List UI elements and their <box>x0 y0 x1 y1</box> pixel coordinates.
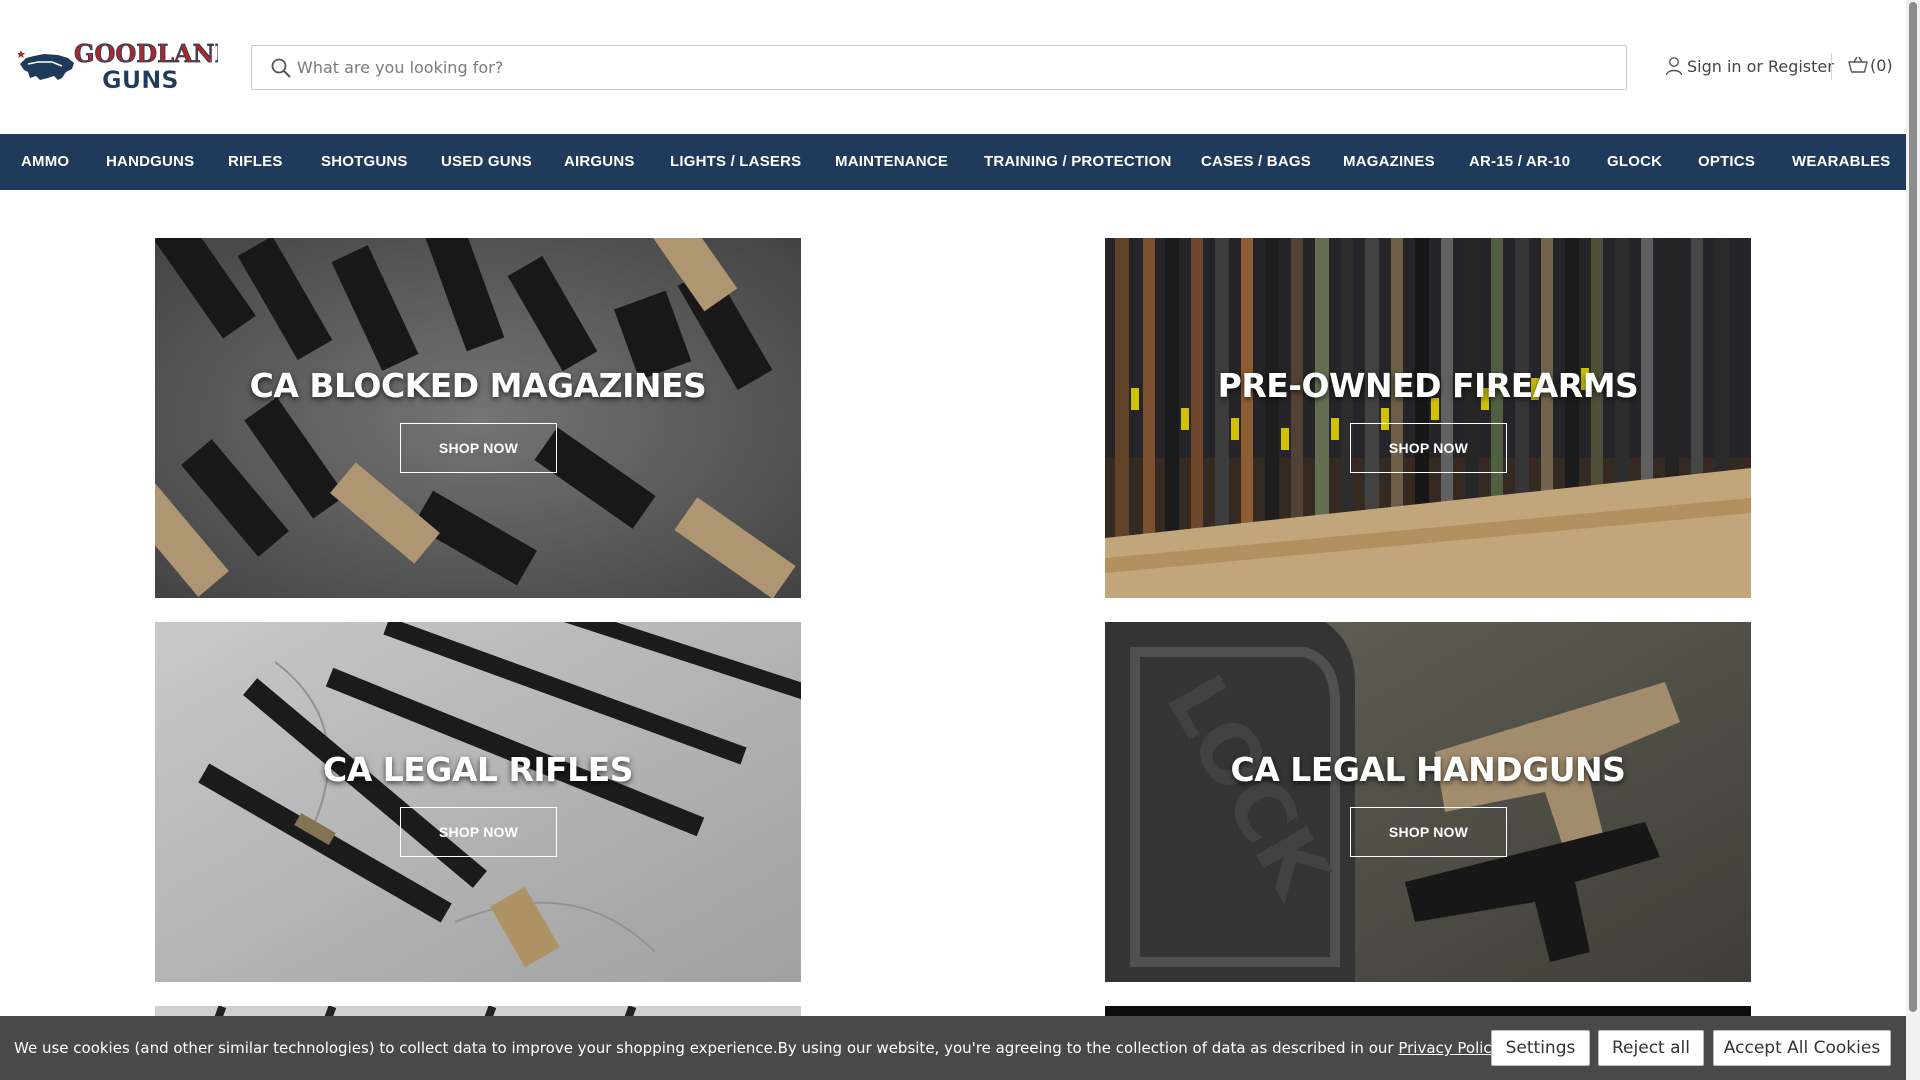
nav-item-airguns[interactable]: AIRGUNS <box>564 153 635 170</box>
banner-title: PRE-OWNED FIREARMS <box>1217 366 1639 405</box>
cart-button[interactable]: (0) <box>1848 55 1893 75</box>
nav-item-shotguns[interactable]: SHOTGUNS <box>321 153 408 170</box>
goodland-guns-logo[interactable]: GOODLAND GUNS <box>16 36 236 94</box>
basket-icon <box>1848 56 1868 73</box>
nav-item-wearables[interactable]: WEARABLES <box>1792 153 1890 170</box>
magazines-banner-image <box>155 238 801 598</box>
nav-item-training-protection[interactable]: TRAINING / PROTECTION <box>984 153 1172 170</box>
cookie-message-text: We use cookies (and other similar techno… <box>14 1039 1399 1057</box>
svg-text:GUNS: GUNS <box>102 66 179 94</box>
search-bar[interactable] <box>251 45 1627 90</box>
header-divider <box>1831 53 1832 80</box>
nav-item-used-guns[interactable]: USED GUNS <box>441 153 532 170</box>
cookie-settings-button[interactable]: Settings <box>1491 1030 1590 1066</box>
search-input[interactable] <box>297 46 1597 89</box>
banner-title: CA BLOCKED MAGAZINES <box>249 366 707 405</box>
nav-item-cases-bags[interactable]: CASES / BAGS <box>1201 153 1311 170</box>
nav-item-magazines[interactable]: MAGAZINES <box>1343 153 1435 170</box>
shop-now-button[interactable]: SHOP NOW <box>400 807 557 857</box>
banner-ca-legal-rifles[interactable]: CA LEGAL RIFLES SHOP NOW <box>155 622 801 982</box>
nav-item-ammo[interactable]: AMMO <box>21 153 69 170</box>
shop-now-button[interactable]: SHOP NOW <box>1350 423 1507 473</box>
banner-title: CA LEGAL HANDGUNS <box>1230 750 1626 789</box>
nav-item-optics[interactable]: OPTICS <box>1698 153 1755 170</box>
cookie-reject-all-button[interactable]: Reject all <box>1598 1030 1704 1066</box>
search-icon[interactable] <box>270 57 292 79</box>
privacy-policy-link[interactable]: Privacy Policy <box>1398 1039 1498 1057</box>
shop-now-button[interactable]: SHOP NOW <box>400 423 557 473</box>
register-link[interactable]: Register <box>1768 57 1834 76</box>
handguns-banner-image: LOCK <box>1105 622 1751 982</box>
banner-title: CA LEGAL RIFLES <box>322 750 634 789</box>
svg-text:GOODLAND: GOODLAND <box>74 39 218 68</box>
firearms-rack-banner-image <box>1105 238 1751 598</box>
account-links: Sign in or Register <box>1665 55 1834 77</box>
nav-item-ar15-ar10[interactable]: AR-15 / AR-10 <box>1469 153 1570 170</box>
nav-item-handguns[interactable]: HANDGUNS <box>106 153 194 170</box>
cookie-accept-all-button[interactable]: Accept All Cookies <box>1713 1030 1891 1066</box>
nav-item-lights-lasers[interactable]: LIGHTS / LASERS <box>670 153 801 170</box>
banner-ca-blocked-magazines[interactable]: CA BLOCKED MAGAZINES SHOP NOW <box>155 238 801 598</box>
main-nav: AMMO HANDGUNS RIFLES SHOTGUNS USED GUNS … <box>0 134 1906 190</box>
nav-item-glock[interactable]: GLOCK <box>1607 153 1662 170</box>
sign-in-link[interactable]: Sign in <box>1687 57 1742 76</box>
cookie-consent-bar: We use cookies (and other similar techno… <box>0 1016 1906 1080</box>
nav-item-rifles[interactable]: RIFLES <box>228 153 283 170</box>
scrollbar-thumb[interactable] <box>1909 2 1917 1012</box>
logo-image: GOODLAND GUNS <box>16 39 236 94</box>
rifles-banner-image <box>155 622 801 982</box>
banner-ca-legal-handguns[interactable]: LOCK CA LEGAL HANDGUNS SHOP NOW <box>1105 622 1751 982</box>
page-scrollbar[interactable] <box>1906 0 1920 1080</box>
cookie-message: We use cookies (and other similar techno… <box>14 1039 1503 1057</box>
or-text: or <box>1746 56 1763 76</box>
cart-count: (0) <box>1870 55 1893 75</box>
banner-pre-owned-firearms[interactable]: PRE-OWNED FIREARMS SHOP NOW <box>1105 238 1751 598</box>
shop-now-button[interactable]: SHOP NOW <box>1350 807 1507 857</box>
user-icon <box>1665 57 1683 76</box>
nav-item-maintenance[interactable]: MAINTENANCE <box>835 153 948 170</box>
site-header: GOODLAND GUNS Sign in or Register (0) <box>0 0 1906 134</box>
